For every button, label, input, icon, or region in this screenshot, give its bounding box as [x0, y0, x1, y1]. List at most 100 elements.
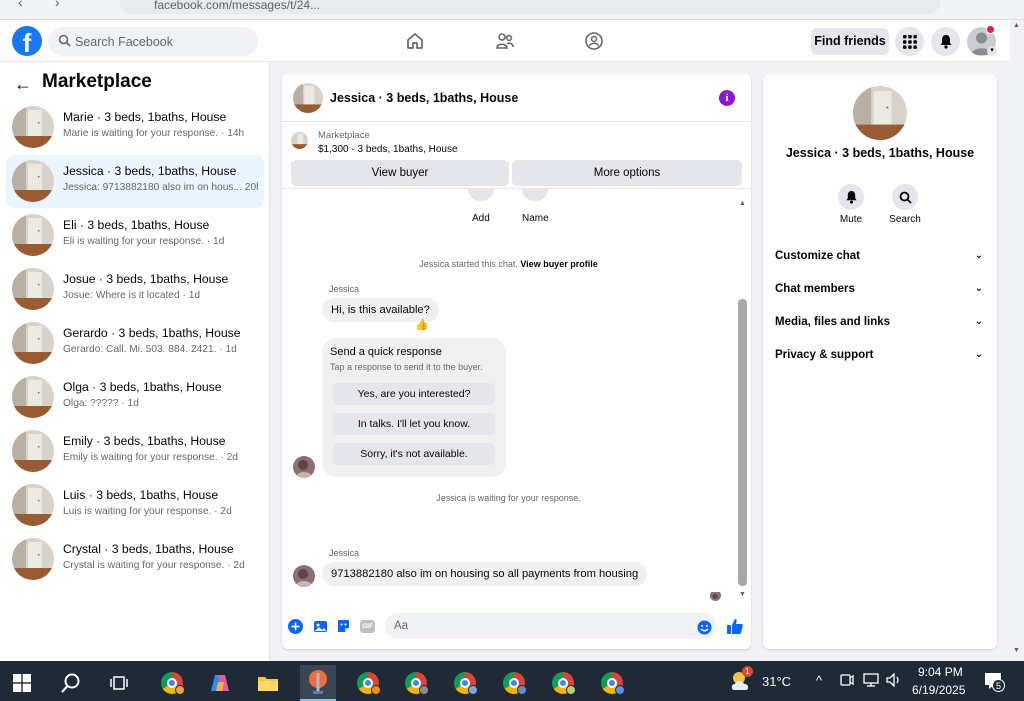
chat-info-panel: Jessica · 3 beds, 1baths, House Mute Sea…	[763, 74, 997, 649]
customize-chat-row[interactable]: Customize chat ⌄	[775, 244, 985, 268]
search-in-chat-icon[interactable]	[892, 184, 918, 210]
view-buyer-button[interactable]: View buyer	[291, 160, 509, 186]
buyer-avatar[interactable]	[293, 456, 315, 478]
quick-response-option[interactable]: Yes, are you interested?	[333, 383, 495, 405]
chrome-taskbar-icon[interactable]	[496, 665, 532, 701]
back-arrow-icon[interactable]: ←	[14, 74, 32, 95]
edit-name-icon[interactable]	[522, 189, 548, 201]
temperature-text[interactable]: 31°C	[762, 674, 791, 689]
chevron-down-icon: ⌄	[974, 250, 983, 261]
gif-label: GIF	[360, 620, 375, 633]
chat-avatar[interactable]	[293, 83, 323, 113]
thumbs-up-icon[interactable]	[726, 617, 744, 635]
network-icon[interactable]	[863, 673, 879, 690]
listing-thumbnail	[12, 376, 54, 418]
account-chevron-icon[interactable]: ▾	[987, 46, 997, 56]
conversation-item[interactable]: Josue · 3 beds, 1baths, House Josue: Wher…	[6, 263, 264, 316]
conversation-preview: Emily is waiting for your response. · 2d	[63, 452, 238, 463]
conversation-item[interactable]: Marie · 3 beds, 1baths, House Marie is wa…	[6, 101, 264, 154]
find-friends-button[interactable]: Find friends	[811, 28, 889, 55]
chrome-taskbar-icon[interactable]	[398, 665, 434, 701]
chrome-taskbar-icon[interactable]	[154, 665, 190, 701]
chevron-down-icon: ⌄	[974, 283, 983, 294]
chrome-taskbar-icon[interactable]	[545, 665, 581, 701]
windows-start-icon[interactable]	[4, 665, 40, 701]
chat-members-row[interactable]: Chat members ⌄	[775, 277, 985, 301]
emoji-icon[interactable]	[697, 620, 712, 635]
conversation-item[interactable]: Crystal · 3 beds, 1baths, House Crystal i…	[6, 533, 264, 586]
mute-label: Mute	[839, 214, 863, 225]
forward-nav-icon[interactable]: ›	[55, 0, 60, 10]
conversation-item[interactable]: Olga · 3 beds, 1baths, House Olga: ????? …	[6, 371, 264, 424]
conversation-name: Marie · 3 beds, 1baths, House	[63, 110, 227, 124]
plus-icon[interactable]	[288, 619, 303, 634]
notifications-bell-icon[interactable]	[931, 27, 960, 56]
sticker-icon[interactable]	[336, 619, 351, 634]
tray-chevron-up-icon[interactable]: ^	[816, 673, 822, 688]
conversation-item[interactable]: Emily · 3 beds, 1baths, House Emily is wa…	[6, 425, 264, 478]
page-scroll-down-icon[interactable]: ▼	[1013, 647, 1020, 654]
gif-icon[interactable]: GIF	[360, 619, 375, 634]
conversation-name: Emily · 3 beds, 1baths, House	[63, 434, 226, 448]
copilot-icon[interactable]	[202, 665, 238, 701]
info-panel-title: Jessica · 3 beds, 1baths, House	[785, 146, 975, 160]
quick-response-option[interactable]: In talks. I'll let you know.	[333, 413, 495, 435]
back-nav-icon[interactable]: ‹	[18, 0, 23, 10]
view-buyer-profile-link[interactable]: View buyer profile	[520, 259, 597, 269]
friends-icon[interactable]	[492, 28, 518, 54]
scroll-up-arrow-icon[interactable]: ▲	[739, 200, 746, 207]
chrome-taskbar-icon[interactable]	[447, 665, 483, 701]
scroll-down-arrow-icon[interactable]: ▼	[739, 591, 746, 598]
volume-icon[interactable]	[886, 672, 902, 690]
listing-price-title[interactable]: $1,300 - 3 beds, 1baths, House	[318, 144, 458, 155]
message-bubble[interactable]: 9713882180 also im on housing so all pay…	[322, 562, 648, 586]
listing-source-label: Marketplace	[318, 130, 370, 141]
conversation-name: Jessica · 3 beds, 1baths, House	[63, 164, 237, 178]
info-icon[interactable]: i	[719, 90, 735, 106]
chat-title[interactable]: Jessica · 3 beds, 1baths, House	[330, 91, 518, 105]
conversation-item[interactable]: Jessica · 3 beds, 1baths, House Jessica: …	[6, 155, 264, 208]
more-options-button[interactable]: More options	[512, 160, 742, 186]
taskbar-search-icon[interactable]	[53, 665, 89, 701]
home-icon[interactable]	[402, 28, 428, 54]
menu-grid-icon[interactable]	[895, 27, 924, 56]
quick-response-option[interactable]: Sorry, it's not available.	[333, 443, 495, 465]
photo-icon[interactable]	[313, 619, 328, 634]
meet-now-icon[interactable]	[840, 673, 854, 690]
profile-avatar-large[interactable]	[853, 86, 907, 140]
notification-center-icon[interactable]: 5	[983, 671, 1005, 696]
facebook-logo[interactable]: f	[12, 26, 42, 56]
conversation-preview: Luis is waiting for your response. · 2d	[63, 506, 232, 517]
section-label: Chat members	[775, 283, 855, 295]
search-box[interactable]	[48, 27, 258, 56]
conversation-item[interactable]: Eli · 3 beds, 1baths, House Eli is waitin…	[6, 209, 264, 262]
thread-scrollbar-thumb[interactable]	[738, 299, 747, 586]
chrome-taskbar-icon[interactable]	[594, 665, 630, 701]
groups-icon[interactable]	[581, 28, 607, 54]
message-input[interactable]	[385, 613, 717, 639]
conversation-item[interactable]: Gerardo · 3 beds, 1baths, House Gerardo: …	[6, 317, 264, 370]
weather-icon[interactable]: 1	[729, 666, 755, 694]
conversation-item[interactable]: Luis · 3 beds, 1baths, House Luis is wait…	[6, 479, 264, 532]
conversation-name: Crystal · 3 beds, 1baths, House	[63, 542, 234, 556]
add-person-icon[interactable]	[468, 189, 494, 201]
file-explorer-icon[interactable]	[250, 665, 286, 701]
listing-thumbnail[interactable]	[291, 132, 308, 149]
conversation-preview: Jessica: 9713882180 also im on hous... 2…	[63, 182, 258, 193]
chrome-taskbar-icon[interactable]	[350, 665, 386, 701]
clock-time[interactable]: 9:04 PM	[918, 665, 963, 679]
conversation-preview: Gerardo: Call. Mi. 503. 884. 2421. · 1d	[63, 344, 237, 355]
clock-date[interactable]: 6/19/2025	[912, 683, 965, 697]
page-scroll-up-icon[interactable]: ▲	[1013, 22, 1020, 29]
privacy-support-row[interactable]: Privacy & support ⌄	[775, 343, 985, 367]
task-view-icon[interactable]	[101, 665, 137, 701]
search-input[interactable]	[75, 27, 250, 56]
address-bar[interactable]: facebook.com/messages/t/24...	[120, 0, 940, 14]
message-composer: GIF	[282, 609, 751, 645]
media-files-links-row[interactable]: Media, files and links ⌄	[775, 310, 985, 334]
conversation-sidebar: ← Marketplace Marie · 3 beds, 1baths, Ho…	[0, 62, 270, 661]
listing-thumbnail	[12, 538, 54, 580]
active-app-taskbar-icon[interactable]	[300, 665, 336, 701]
buyer-avatar[interactable]	[293, 565, 315, 587]
mute-bell-icon[interactable]	[838, 184, 864, 210]
